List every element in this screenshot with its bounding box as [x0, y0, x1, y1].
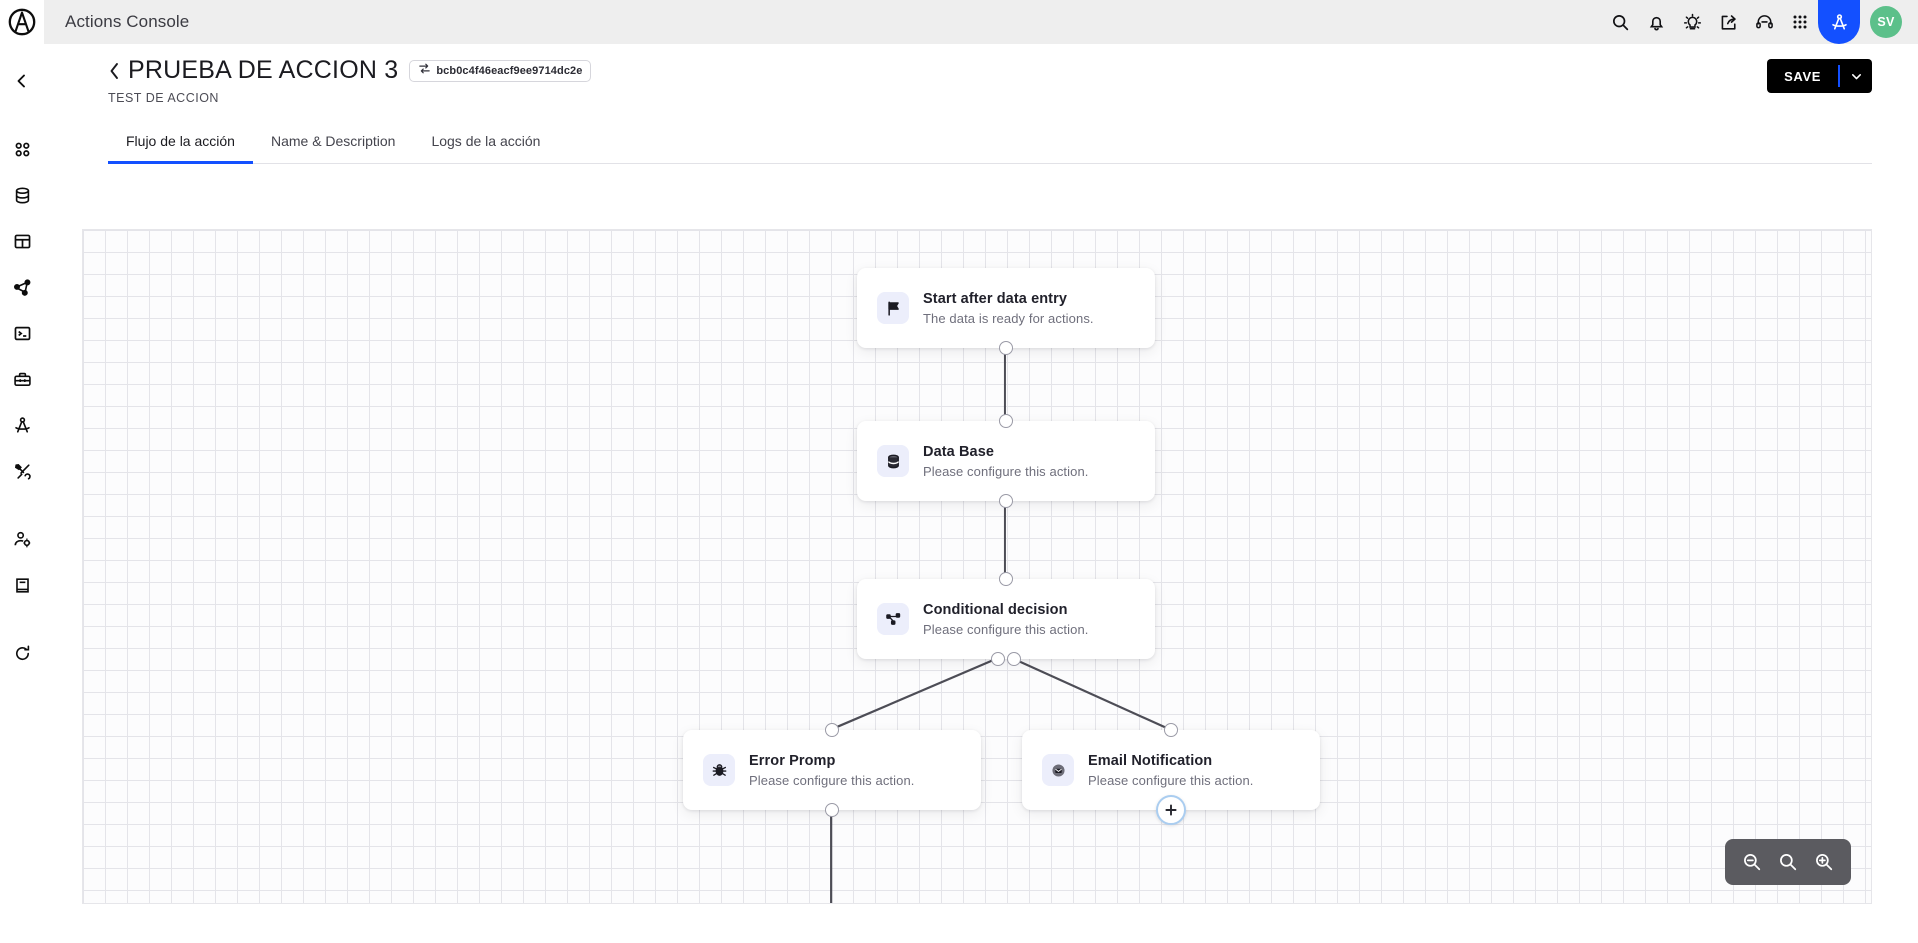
node-output-port-true[interactable] [991, 652, 1005, 666]
avatar[interactable]: SV [1870, 6, 1902, 38]
save-button-group: SAVE [1767, 59, 1872, 93]
node-input-port[interactable] [1164, 723, 1178, 737]
node-input-port[interactable] [999, 572, 1013, 586]
save-button[interactable]: SAVE [1767, 59, 1838, 93]
tab-logs-de-la-accion[interactable]: Logs de la acción [413, 118, 558, 163]
flow-node-text: Conditional decision Please configure th… [923, 602, 1089, 637]
flow-node-title: Start after data entry [923, 290, 1068, 307]
zoom-in-icon[interactable] [1807, 845, 1841, 879]
page-header: PRUEBA DE ACCION 3 bcb0c4f46eacf9ee9714d… [44, 44, 1918, 118]
node-output-port-false[interactable] [1007, 652, 1021, 666]
database-icon [877, 445, 909, 477]
sidebar-item-toolbox[interactable] [0, 356, 44, 402]
top-bar: Actions Console SV [44, 0, 1918, 44]
flag-icon [877, 292, 909, 324]
flow-node-text: Email Notification Please configure this… [1088, 753, 1254, 788]
page-title: PRUEBA DE ACCION 3 [128, 56, 399, 84]
share-export-icon[interactable] [1710, 0, 1746, 44]
node-input-port[interactable] [825, 723, 839, 737]
sidebar-item-overview[interactable] [0, 126, 44, 172]
bug-icon [703, 754, 735, 786]
flow-node-text: Error Promp Please configure this action… [749, 753, 915, 788]
sidebar-item-terminal[interactable] [0, 310, 44, 356]
lightbulb-idea-icon[interactable] [1674, 0, 1710, 44]
flow-node-subtitle: Please configure this action. [1088, 772, 1254, 788]
title-row: PRUEBA DE ACCION 3 bcb0c4f46eacf9ee9714d… [108, 56, 1918, 85]
flow-node-title: Conditional decision [923, 601, 1068, 618]
flow-node-subtitle: Please configure this action. [923, 621, 1089, 637]
sidebar-item-user-settings[interactable] [0, 516, 44, 562]
support-headset-icon[interactable] [1746, 0, 1782, 44]
flow-canvas[interactable]: Start after data entry The data is ready… [82, 229, 1872, 904]
page-subtitle: TEST DE ACCION [108, 91, 219, 105]
sidebar-item-refresh[interactable] [0, 630, 44, 676]
flow-node-conditional[interactable]: Conditional decision Please configure th… [857, 572, 1155, 666]
sidebar-item-database[interactable] [0, 172, 44, 218]
flow-node-subtitle: Please configure this action. [923, 463, 1089, 479]
id-badge[interactable]: bcb0c4f46eacf9ee9714dc2e [409, 59, 592, 82]
chevron-down-icon[interactable] [1840, 59, 1872, 93]
sidebar-item-tables[interactable] [0, 218, 44, 264]
left-sidebar [0, 0, 44, 943]
sidebar-item-tools[interactable] [0, 448, 44, 494]
sidebar-item-designer[interactable] [0, 402, 44, 448]
flow-node-error-promp[interactable]: Error Promp Please configure this action… [683, 723, 981, 817]
sidebar-item-flows[interactable] [0, 264, 44, 310]
id-badge-text: bcb0c4f46eacf9ee9714dc2e [436, 64, 583, 77]
app-title: Actions Console [65, 12, 190, 31]
branch-decision-icon [877, 603, 909, 635]
flow-node-start[interactable]: Start after data entry The data is ready… [857, 268, 1155, 355]
back-chevron-icon[interactable] [108, 58, 128, 84]
apps-grid-icon[interactable] [1782, 0, 1818, 44]
add-node-button[interactable] [1156, 795, 1186, 825]
search-icon[interactable] [1602, 0, 1638, 44]
node-output-port[interactable] [999, 341, 1013, 355]
email-circle-icon [1042, 754, 1074, 786]
zoom-controls [1725, 839, 1851, 885]
tab-name-and-description[interactable]: Name & Description [253, 118, 414, 163]
compass-drafting-icon[interactable] [1818, 0, 1860, 44]
node-output-port[interactable] [825, 803, 839, 817]
top-bar-actions: SV [1602, 0, 1918, 44]
flow-node-title: Data Base [923, 443, 995, 460]
node-output-port[interactable] [999, 494, 1013, 508]
flow-node-database[interactable]: Data Base Please configure this action. [857, 414, 1155, 508]
zoom-out-icon[interactable] [1735, 845, 1769, 879]
tab-bar: Flujo de la acción Name & Description Lo… [108, 118, 1872, 164]
transfer-swap-icon [418, 62, 431, 80]
sidebar-item-docs[interactable] [0, 562, 44, 608]
page-container: PRUEBA DE ACCION 3 bcb0c4f46eacf9ee9714d… [44, 44, 1918, 943]
node-input-port[interactable] [999, 414, 1013, 428]
flow-node-subtitle: Please configure this action. [749, 772, 915, 788]
notifications-bell-icon[interactable] [1638, 0, 1674, 44]
flow-node-subtitle: The data is ready for actions. [923, 310, 1094, 326]
sidebar-item-collapse[interactable] [0, 58, 44, 104]
flow-node-text: Start after data entry The data is ready… [923, 291, 1094, 326]
flow-node-text: Data Base Please configure this action. [923, 444, 1089, 479]
flow-node-title: Error Promp [749, 752, 836, 769]
tab-flujo-de-la-accion[interactable]: Flujo de la acción [108, 118, 253, 164]
zoom-reset-icon[interactable] [1771, 845, 1805, 879]
flow-node-title: Email Notification [1088, 752, 1213, 769]
brand-logo-icon[interactable] [0, 0, 44, 44]
